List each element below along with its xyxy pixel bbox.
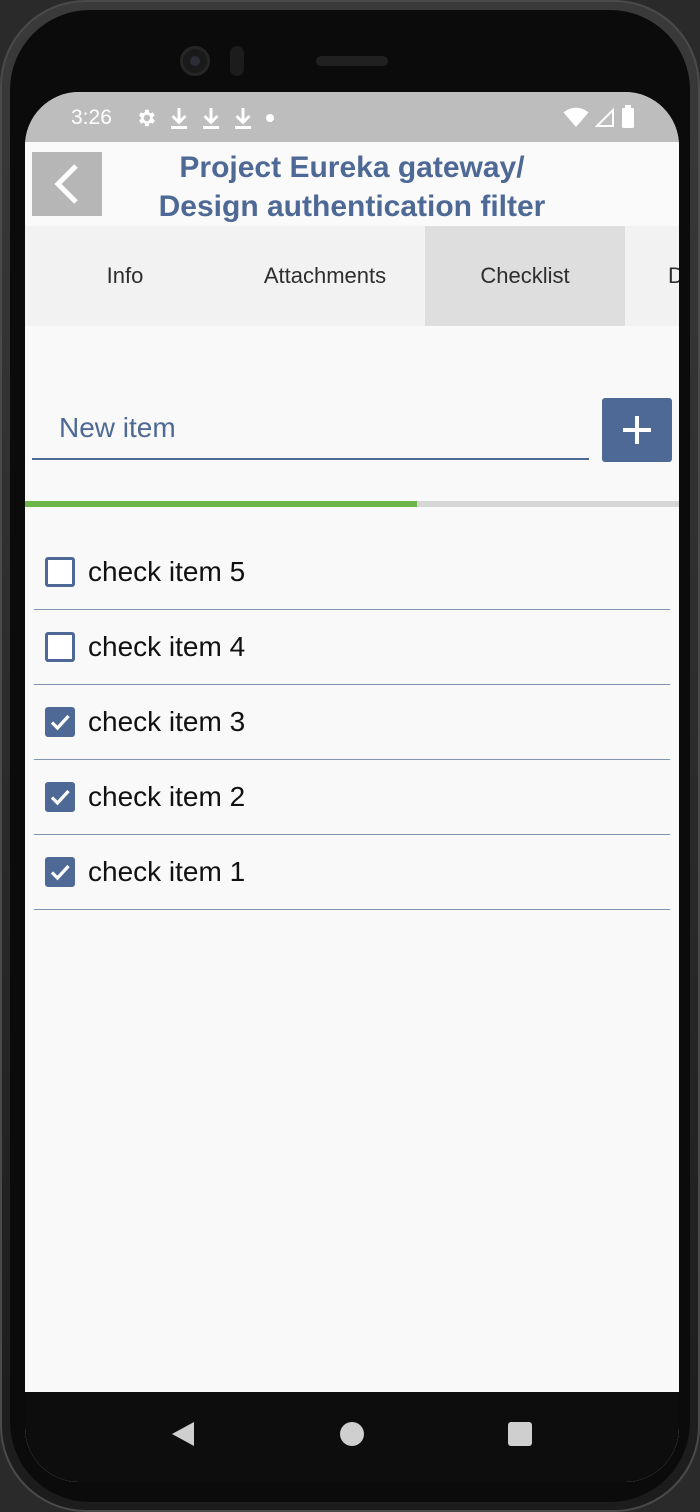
proximity-sensor	[230, 46, 244, 76]
checkbox-checked[interactable]	[45, 782, 75, 812]
back-button[interactable]	[32, 152, 102, 216]
page-title: Project Eureka gateway/ Design authentic…	[125, 148, 579, 226]
tab-checklist[interactable]: Checklist	[425, 226, 625, 326]
page-title-line1: Project Eureka gateway/	[179, 151, 525, 184]
add-item-button[interactable]	[602, 398, 672, 462]
checklist-item[interactable]: check item 3	[34, 685, 670, 760]
app-screen: 3:26 Project Eureka gateway/ Design auth…	[25, 92, 679, 1482]
app-header: Project Eureka gateway/ Design authentic…	[25, 142, 679, 226]
front-camera	[180, 46, 210, 76]
tab-info[interactable]: Info	[25, 226, 225, 326]
system-nav-bar	[25, 1392, 679, 1482]
status-bar: 3:26	[25, 92, 679, 142]
checklist-item[interactable]: check item 1	[34, 835, 670, 910]
checklist-item[interactable]: check item 5	[34, 535, 670, 610]
signal-icon	[595, 107, 614, 127]
page-title-line2: Design authentication filter	[158, 190, 546, 223]
checkbox-checked[interactable]	[45, 707, 75, 737]
checkbox-checked[interactable]	[45, 857, 75, 887]
checklist-item-label: check item 3	[88, 706, 246, 737]
checklist-progress-bar	[25, 501, 679, 507]
checklist: check item 5 check item 4 check item 3 chec…	[34, 535, 670, 910]
checklist-item-label: check item 1	[88, 856, 246, 887]
wifi-icon	[563, 107, 589, 127]
tab-more[interactable]: D	[625, 226, 679, 326]
status-time: 3:26	[71, 106, 112, 129]
phone-frame: 3:26 Project Eureka gateway/ Design auth…	[0, 0, 700, 1512]
home-circle-icon[interactable]	[340, 1422, 364, 1446]
download-icon	[235, 108, 251, 129]
checkbox-unchecked[interactable]	[45, 632, 75, 662]
gear-icon	[139, 109, 155, 127]
checkbox-unchecked[interactable]	[45, 557, 75, 587]
checklist-item[interactable]: check item 4	[34, 610, 670, 685]
new-item-row	[32, 398, 672, 464]
checklist-progress-fill	[25, 501, 418, 507]
tab-bar: Info Attachments Checklist D	[25, 226, 679, 326]
checkmark-icon	[50, 789, 70, 806]
checklist-item-label: check item 2	[88, 781, 246, 812]
status-notification-icons	[135, 106, 275, 130]
tab-attachments[interactable]: Attachments	[225, 226, 425, 326]
checklist-item-label: check item 5	[88, 556, 246, 587]
checklist-item-label: check item 4	[88, 631, 246, 662]
back-triangle-icon[interactable]	[170, 1420, 196, 1448]
download-icon	[171, 108, 187, 129]
checkmark-icon	[50, 714, 70, 731]
status-system-icons	[563, 105, 635, 129]
checkmark-icon	[50, 864, 70, 881]
dot-icon	[266, 114, 274, 122]
earpiece-speaker	[316, 56, 388, 66]
recents-square-icon[interactable]	[508, 1422, 532, 1446]
new-item-input[interactable]	[32, 398, 589, 460]
chevron-left-icon	[54, 164, 78, 204]
checklist-item[interactable]: check item 2	[34, 760, 670, 835]
battery-icon	[622, 105, 634, 128]
download-icon	[203, 108, 219, 129]
plus-icon	[623, 416, 651, 444]
